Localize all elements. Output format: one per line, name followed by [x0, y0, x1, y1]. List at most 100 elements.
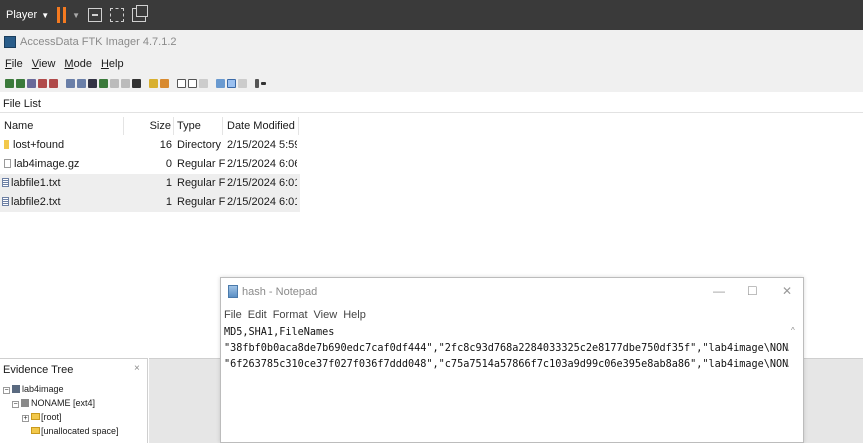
evidence-tree-panel: Evidence Tree × − lab4image − NONAME [ext4… [0, 358, 148, 443]
menu-mode[interactable]: Mode [64, 58, 92, 70]
player-toolbar: Player ▼ ▼ [0, 0, 863, 30]
notepad-title: hash - Notepad [242, 286, 318, 298]
detect-encryption-icon[interactable] [110, 78, 119, 88]
file-size: 1 [165, 177, 172, 189]
file-row[interactable]: lab4image.gz 0 Regular F... 2/15/2024 6:… [0, 155, 300, 174]
file-size: 16 [159, 139, 172, 151]
minimize-icon[interactable]: — [713, 284, 725, 298]
text-line: MD5,SHA1,FileNames [224, 327, 335, 338]
player-menu[interactable]: Player [6, 9, 37, 21]
remove-all-evidence-icon[interactable] [49, 78, 58, 88]
expand-icon[interactable]: + [22, 415, 29, 422]
verify-drive-icon[interactable] [149, 78, 158, 88]
export-hash-list-icon[interactable] [132, 78, 141, 88]
pause-dropdown-icon[interactable]: ▼ [72, 11, 80, 20]
file-date: 2/15/2024 6:01... [227, 196, 297, 208]
file-name: lab4image.gz [14, 158, 80, 170]
file-date: 2/15/2024 6:01... [227, 177, 297, 189]
custom-content-icon[interactable] [160, 78, 169, 88]
image-mounting-icon[interactable] [27, 78, 36, 88]
file-name: labfile1.txt [11, 177, 61, 189]
notepad-text-area[interactable]: MD5,SHA1,FileNames "38fbf0b0aca8de7b690ed… [224, 325, 789, 442]
folder-icon [31, 427, 40, 434]
tree-node-root[interactable]: + [root] [22, 410, 62, 424]
notepad-menu-file[interactable]: File [224, 309, 242, 321]
list-view-icon[interactable] [227, 78, 236, 88]
tree-node-lab4image[interactable]: − lab4image [3, 382, 64, 396]
text-line: "38fbf0b0aca8de7b690edc7caf0df444","2fc8… [224, 343, 789, 354]
filter-icon[interactable] [216, 78, 225, 88]
notepad-menu-edit[interactable]: Edit [248, 309, 267, 321]
close-icon[interactable]: ✕ [782, 284, 792, 298]
viewer-pane-right [804, 358, 863, 443]
text-line: "6f263785c310ce37f027f036f7ddd048","c75a… [224, 359, 789, 370]
remove-evidence-icon[interactable] [38, 78, 47, 88]
menu-help[interactable]: Help [101, 58, 124, 70]
file-type: Regular F... [177, 196, 225, 208]
notepad-icon [228, 285, 238, 298]
maximize-icon[interactable]: ☐ [747, 284, 758, 298]
notepad-menu-view[interactable]: View [314, 309, 338, 321]
file-row[interactable]: labfile2.txt 1 Regular F... 2/15/2024 6:… [0, 193, 300, 212]
capture-memory-icon[interactable] [88, 78, 97, 88]
column-size[interactable]: Size [124, 117, 174, 135]
notepad-title-bar[interactable]: hash - Notepad — ☐ ✕ [221, 278, 803, 306]
add-evidence-icon[interactable] [5, 78, 14, 88]
player-dropdown-icon[interactable]: ▼ [41, 11, 49, 20]
text-file-icon [2, 197, 9, 206]
pause-icon[interactable] [57, 7, 67, 23]
column-name[interactable]: Name [4, 117, 124, 135]
file-row[interactable]: lost+found 16 Directory 2/15/2024 5:59..… [0, 136, 300, 155]
evidence-tree-title: Evidence Tree [3, 364, 74, 376]
export-disk-image-icon[interactable] [77, 78, 86, 88]
column-date-modified[interactable]: Date Modified [227, 117, 299, 135]
file-type: Directory [177, 139, 222, 151]
obtain-protected-files-icon[interactable] [99, 78, 108, 88]
file-size: 0 [165, 158, 172, 170]
view-auto-icon[interactable] [177, 78, 186, 88]
notepad-window: hash - Notepad — ☐ ✕ File Edit Format Vi… [220, 277, 804, 443]
file-name: labfile2.txt [11, 196, 61, 208]
export-files-icon[interactable] [121, 78, 130, 88]
add-all-devices-icon[interactable] [16, 78, 25, 88]
screen: Player ▼ ▼ AccessData FTK Imager 4.7.1.2… [0, 0, 863, 443]
partition-icon [21, 399, 29, 407]
menu-file[interactable]: File [5, 58, 23, 70]
file-list-title: File List [0, 95, 863, 113]
network-icon[interactable] [88, 8, 103, 22]
collapse-icon[interactable]: − [3, 387, 10, 394]
folder-icon [4, 140, 9, 149]
file-list-header: Name Size Type Date Modified [0, 117, 863, 135]
notepad-menu-format[interactable]: Format [273, 309, 308, 321]
column-type[interactable]: Type [177, 117, 223, 135]
view-text-icon[interactable] [188, 78, 197, 88]
close-icon[interactable]: × [134, 363, 140, 374]
tree-node-unallocated-space[interactable]: [unallocated space] [31, 424, 119, 438]
help-icon[interactable] [255, 78, 259, 88]
scroll-up-icon[interactable]: ^ [791, 326, 795, 335]
file-row[interactable]: labfile1.txt 1 Regular F... 2/15/2024 6:… [0, 174, 300, 193]
file-date: 2/15/2024 6:06... [227, 158, 297, 170]
folder-icon [31, 413, 40, 420]
file-date: 2/15/2024 5:59... [227, 139, 297, 151]
tree-node-noname-ext4[interactable]: − NONAME [ext4] [12, 396, 95, 410]
notepad-menu-bar: File Edit Format View Help [221, 307, 803, 323]
ftk-logo-icon [4, 36, 16, 48]
create-image-icon[interactable] [66, 78, 75, 88]
file-icon [4, 159, 11, 168]
menu-view[interactable]: View [32, 58, 56, 70]
ftk-title-bar: AccessData FTK Imager 4.7.1.2 [0, 30, 863, 54]
toolbar-dropdown-icon[interactable] [261, 81, 266, 85]
fullscreen-icon[interactable] [110, 8, 125, 22]
unity-icon[interactable] [132, 5, 149, 22]
notepad-menu-help[interactable]: Help [343, 309, 366, 321]
file-type: Regular F... [177, 158, 225, 170]
view-hex-icon[interactable] [199, 78, 208, 88]
menu-bar: File View Mode Help [0, 54, 863, 74]
file-type: Regular F... [177, 177, 225, 189]
text-file-icon [2, 178, 9, 187]
viewer-pane [149, 358, 220, 443]
detail-view-icon[interactable] [238, 78, 247, 88]
vertical-scrollbar[interactable]: ^ [789, 325, 803, 442]
collapse-icon[interactable]: − [12, 401, 19, 408]
